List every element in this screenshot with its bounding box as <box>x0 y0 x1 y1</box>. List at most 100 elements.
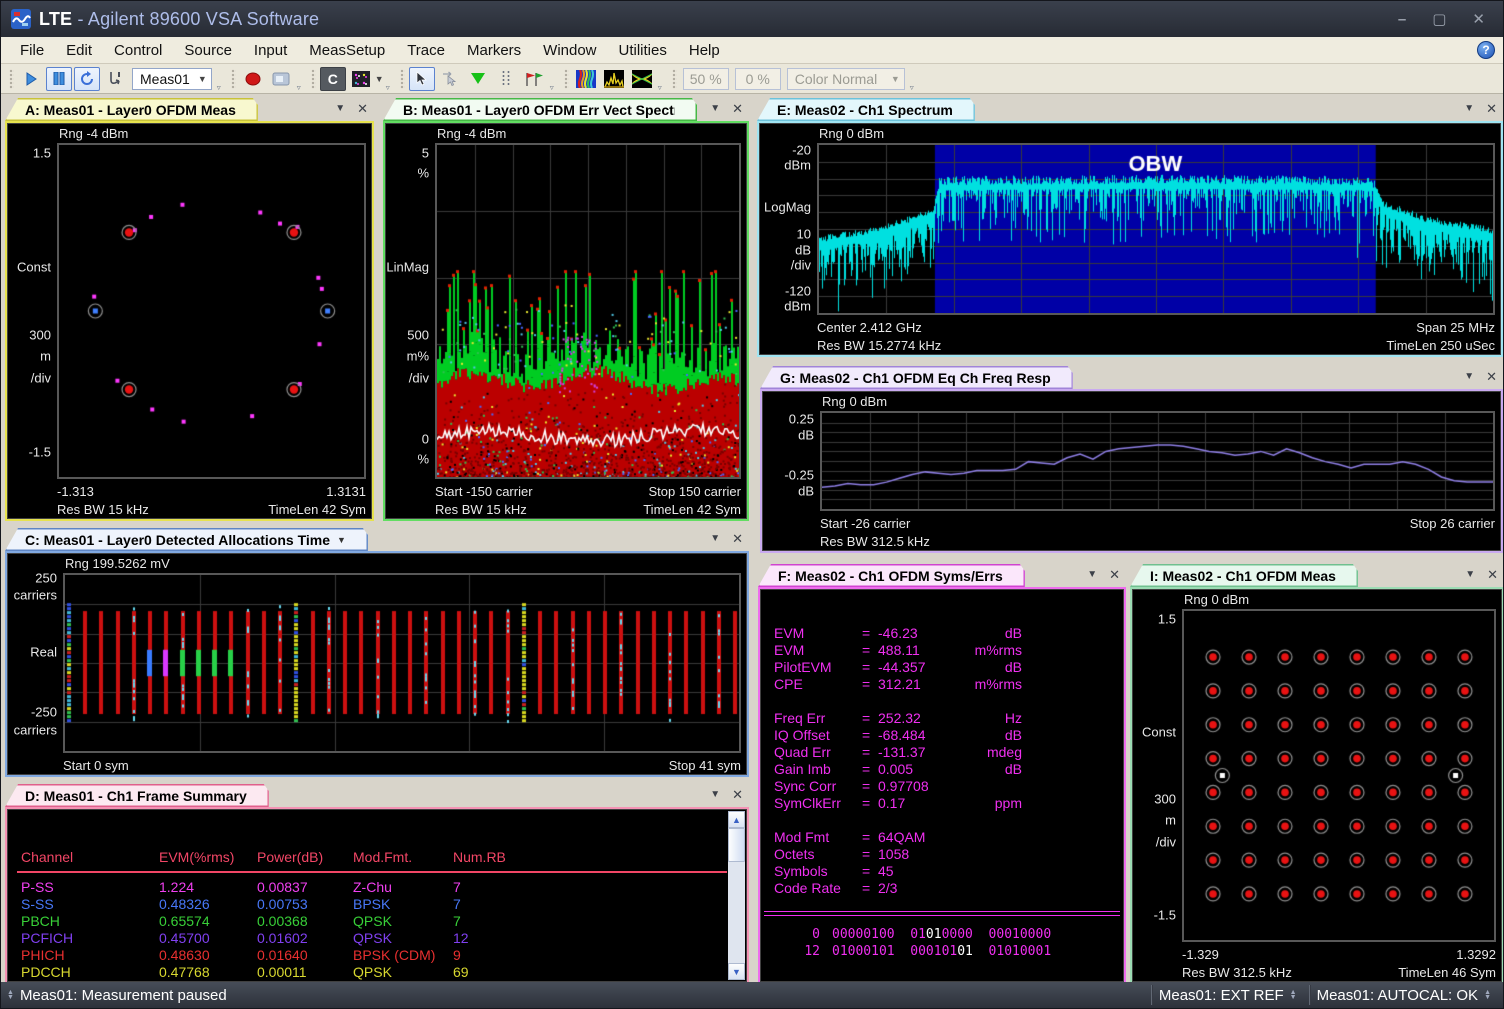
group-grip[interactable] <box>231 69 236 89</box>
eye-diagram-button[interactable] <box>629 67 655 91</box>
y-axis-label: /div <box>7 371 51 386</box>
eye-diagram-icon <box>632 70 652 88</box>
constellation-layout-button[interactable] <box>348 67 374 91</box>
panel-menu-icon[interactable]: ▼ <box>1087 569 1097 580</box>
scroll-up-button[interactable]: ▲ <box>728 811 745 828</box>
group-overflow-icon[interactable]: ▿ <box>386 83 390 92</box>
menu-item-utilities[interactable]: Utilities <box>608 39 678 62</box>
group-overflow-icon[interactable]: ▿ <box>658 83 662 92</box>
group-grip[interactable] <box>400 69 405 89</box>
plot-canvas-a[interactable] <box>59 145 364 477</box>
x-axis-label-right: Stop 150 carrier <box>649 484 742 499</box>
scroll-thumb[interactable] <box>728 828 745 862</box>
spectrum-view-button[interactable] <box>601 67 627 91</box>
group-grip[interactable] <box>564 69 569 89</box>
menu-item-markers[interactable]: Markers <box>456 39 532 62</box>
secondary-percent-field[interactable]: 0 % <box>735 68 781 90</box>
panel-close-icon[interactable]: ✕ <box>732 532 743 545</box>
panel-close-icon[interactable]: ✕ <box>1486 102 1497 115</box>
single-sweep-button[interactable] <box>102 67 128 91</box>
tab-panel-e[interactable]: E: Meas02 - Ch1 Spectrum <box>757 98 975 121</box>
menu-item-edit[interactable]: Edit <box>55 39 103 62</box>
tab-dropdown-icon[interactable]: ▼ <box>337 535 346 545</box>
y-axis-label: 0.25 <box>762 412 814 427</box>
marker-flags-button[interactable] <box>521 67 547 91</box>
y-axis-label: 0 <box>385 431 429 446</box>
panel-menu-icon[interactable]: ▼ <box>335 103 345 114</box>
status-spinner[interactable]: ▲▼ <box>1284 990 1303 1000</box>
tab-panel-f[interactable]: F: Meas02 - Ch1 OFDM Syms/Errs <box>758 564 1025 587</box>
group-overflow-icon[interactable]: ▿ <box>910 83 914 92</box>
color-mode-select[interactable]: Color Normal ▼ <box>787 68 905 90</box>
panel-menu-icon[interactable]: ▼ <box>710 533 720 544</box>
y-axis-label: /div <box>1132 835 1176 850</box>
panel-close-icon[interactable]: ✕ <box>732 102 743 115</box>
maximize-button[interactable]: ▢ <box>1432 12 1446 27</box>
panel-close-icon[interactable]: ✕ <box>1487 568 1498 581</box>
status-spinner[interactable]: ▲▼ <box>1 990 20 1000</box>
y-axis-label: -0.25 <box>762 467 814 482</box>
menu-item-trace[interactable]: Trace <box>396 39 456 62</box>
restart-button[interactable] <box>74 67 100 91</box>
plot-canvas-b[interactable] <box>437 145 739 477</box>
menu-item-help[interactable]: Help <box>678 39 731 62</box>
minimize-button[interactable]: – <box>1398 12 1406 27</box>
band-markers-button[interactable] <box>493 67 519 91</box>
group-overflow-icon[interactable]: ▿ <box>217 83 221 92</box>
scroll-down-button[interactable]: ▼ <box>728 963 745 980</box>
tab-panel-c[interactable]: C: Meas01 - Layer0 Detected Allocations … <box>5 528 368 551</box>
menu-item-file[interactable]: File <box>9 39 55 62</box>
measurement-select[interactable]: Meas01 ▼ <box>132 68 212 90</box>
readout-label: Code Rate <box>774 880 862 897</box>
panel-close-icon[interactable]: ✕ <box>1109 568 1120 581</box>
tab-panel-d[interactable]: D: Meas01 - Ch1 Frame Summary <box>5 784 269 807</box>
panel-close-icon[interactable]: ✕ <box>357 102 368 115</box>
menu-item-source[interactable]: Source <box>173 39 243 62</box>
table-cell: 0.00837 <box>257 879 353 896</box>
play-button[interactable] <box>18 67 44 91</box>
panel-menu-icon[interactable]: ▼ <box>1464 371 1474 382</box>
panel-menu-icon[interactable]: ▼ <box>1464 103 1474 114</box>
plot-canvas-c[interactable] <box>65 575 739 751</box>
record-button[interactable] <box>240 67 266 91</box>
scroll-track[interactable] <box>728 828 745 963</box>
menu-item-meassetup[interactable]: MeasSetup <box>298 39 396 62</box>
drag-cursor-button[interactable] <box>437 67 463 91</box>
marker-to-peak-button[interactable] <box>465 67 491 91</box>
menu-item-input[interactable]: Input <box>243 39 298 62</box>
pause-button[interactable] <box>46 67 72 91</box>
spectrogram-view-button[interactable] <box>573 67 599 91</box>
tab-panel-i[interactable]: I: Meas02 - Ch1 OFDM Meas <box>1130 564 1358 587</box>
tab-panel-g[interactable]: G: Meas02 - Ch1 OFDM Eq Ch Freq Resp <box>760 366 1073 389</box>
panel-menu-icon[interactable]: ▼ <box>710 789 720 800</box>
select-cursor-button[interactable] <box>409 67 435 91</box>
correction-button[interactable]: C <box>320 67 346 91</box>
group-grip[interactable] <box>9 69 14 89</box>
readout-value: 2/3 <box>878 880 964 897</box>
close-button[interactable]: ✕ <box>1472 12 1485 27</box>
chevron-down-icon[interactable]: ▼ <box>375 74 384 84</box>
readout-equals: = <box>862 744 878 761</box>
plot-canvas-g[interactable] <box>822 413 1493 509</box>
plot-canvas-i[interactable] <box>1184 611 1494 940</box>
group-overflow-icon[interactable]: ▿ <box>550 83 554 92</box>
panel-close-icon[interactable]: ✕ <box>732 788 743 801</box>
panel-close-icon[interactable]: ✕ <box>1486 370 1497 383</box>
menu-item-control[interactable]: Control <box>103 39 173 62</box>
playback-button[interactable] <box>268 67 294 91</box>
readout-value: 0.97708 <box>878 778 964 795</box>
tab-panel-b[interactable]: B: Meas01 - Layer0 OFDM Err Vect Spectru… <box>383 98 697 121</box>
panel-menu-icon[interactable]: ▼ <box>1465 569 1475 580</box>
group-overflow-icon[interactable]: ▿ <box>297 83 301 92</box>
panel-menu-icon[interactable]: ▼ <box>710 103 720 114</box>
help-icon[interactable]: ? <box>1477 41 1495 59</box>
group-grip[interactable] <box>311 69 316 89</box>
plot-canvas-e[interactable] <box>819 145 1493 313</box>
tab-panel-a[interactable]: A: Meas01 - Layer0 OFDM Meas <box>5 98 258 121</box>
menu-item-window[interactable]: Window <box>532 39 607 62</box>
readout-row: EVM=488.11m%rms <box>774 642 1114 659</box>
overlap-percent-field[interactable]: 50 % <box>683 68 729 90</box>
group-grip[interactable] <box>672 69 677 89</box>
status-spinner[interactable]: ▲▼ <box>1478 990 1497 1000</box>
vertical-scrollbar[interactable]: ▲▼ <box>728 811 745 980</box>
